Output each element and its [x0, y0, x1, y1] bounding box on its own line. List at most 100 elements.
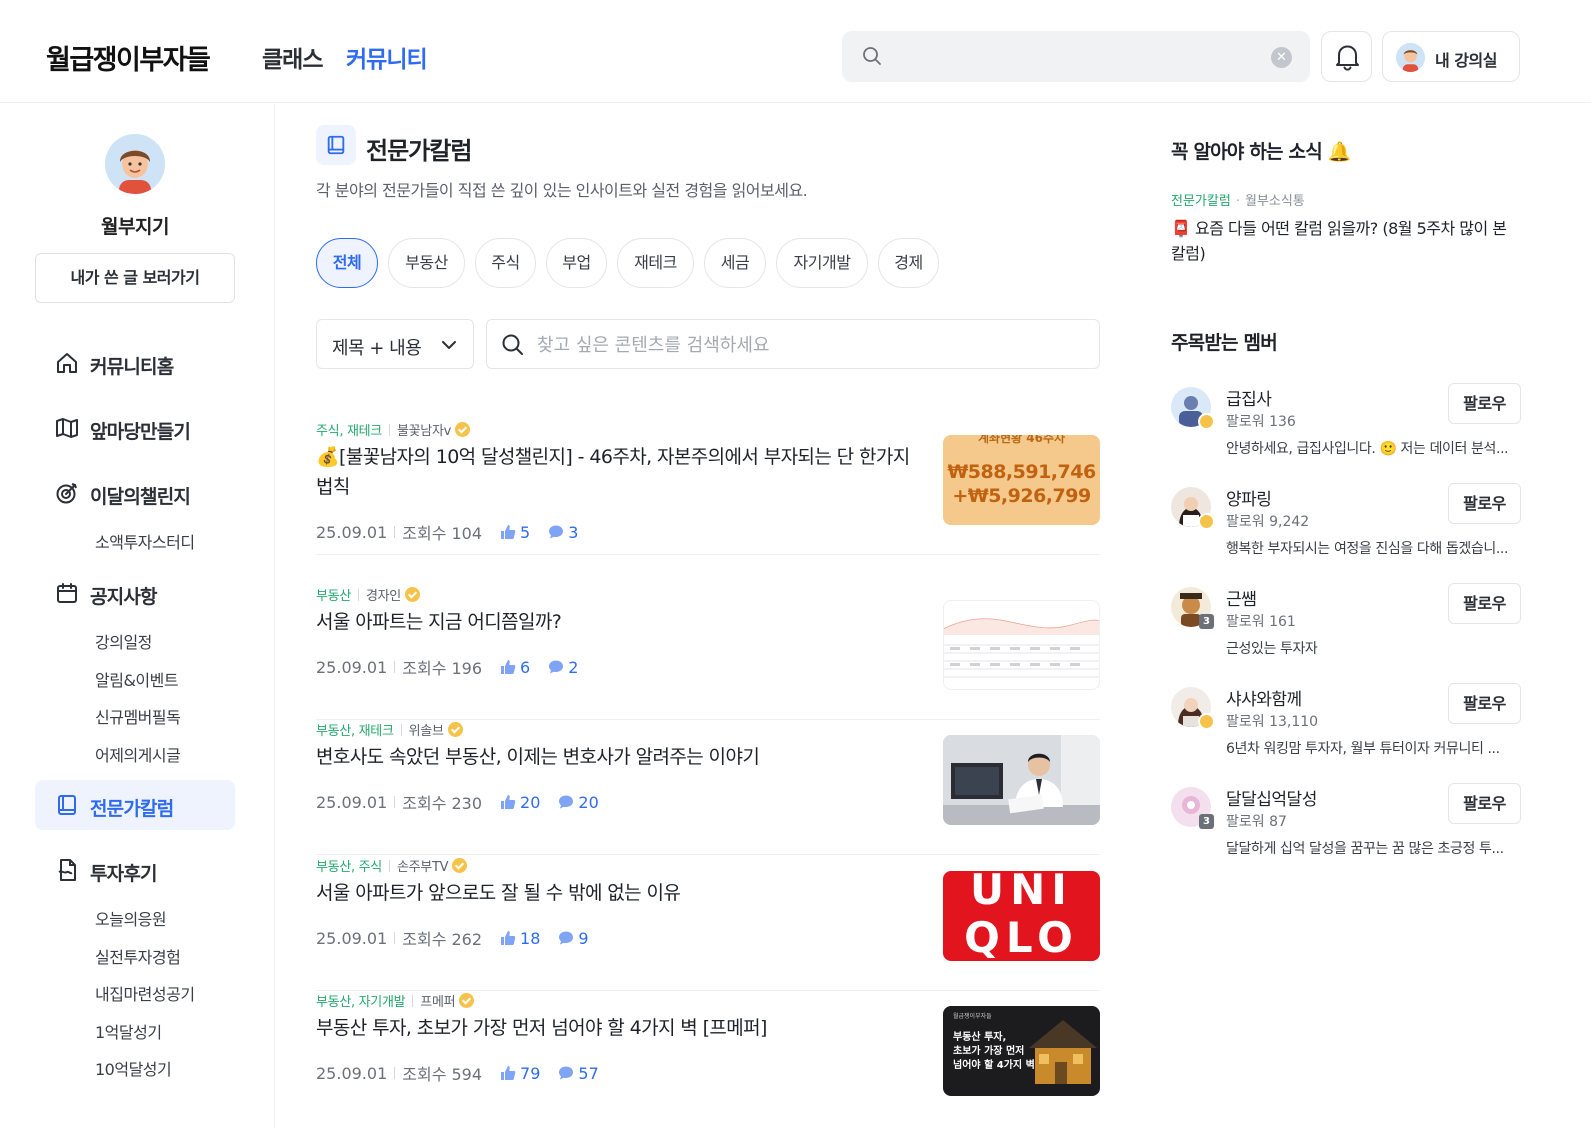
- member-name[interactable]: 근쌤: [1226, 585, 1257, 610]
- post-title[interactable]: 💰[불꽃남자의 10억 달성챌린지] - 46주차, 자본주의에서 부자되는 단…: [316, 442, 916, 502]
- line-chart-thumbnail: [944, 618, 1099, 678]
- sidebar-item-label: 앞마당만들기: [90, 421, 191, 443]
- chip-all[interactable]: 전체: [316, 238, 378, 288]
- post-author[interactable]: 손주부TV: [397, 856, 449, 875]
- post-item[interactable]: 부동산, 주식 손주부TV 서울 아파트가 앞으로도 잘 될 수 밖에 없는 이…: [316, 856, 1100, 991]
- follow-button[interactable]: 팔로우: [1448, 383, 1521, 424]
- member-item[interactable]: 3 근쌤 팔로워 161 근성있는 투자자 팔로우: [1171, 583, 1521, 677]
- follow-button[interactable]: 팔로우: [1448, 583, 1521, 624]
- calendar-icon: [57, 583, 77, 603]
- chip-tax[interactable]: 세금: [704, 238, 766, 288]
- member-item[interactable]: 급집사 팔로워 136 안녕하세요, 급집사입니다. 🙂 저는 데이터 분석..…: [1171, 383, 1521, 477]
- member-item[interactable]: 3 달달십억달성 팔로워 87 달달하게 십억 달성을 꿈꾸는 꿈 많은 초긍정…: [1171, 783, 1521, 877]
- verified-badge-icon: [1198, 513, 1215, 530]
- thumbs-up-icon: [501, 795, 516, 809]
- my-lectures-button[interactable]: 내 강의실: [1382, 31, 1520, 82]
- thumb-text: 부동산 투자,: [953, 1032, 1007, 1043]
- title-badge: [316, 125, 356, 165]
- follow-button[interactable]: 팔로우: [1448, 783, 1521, 824]
- sidebar-subitem[interactable]: 10억달성기: [95, 1056, 172, 1080]
- global-search-bar[interactable]: ✕: [842, 31, 1310, 82]
- my-posts-button[interactable]: 내가 쓴 글 보러가기: [35, 253, 235, 303]
- page-description: 각 분야의 전문가들이 직접 쓴 깊이 있는 인사이트와 실전 경험을 읽어보세…: [316, 181, 808, 200]
- member-item[interactable]: 샤샤와함께 팔로워 13,110 6년차 워킹맘 투자자, 월부 튜터이자 커뮤…: [1171, 683, 1521, 777]
- sidebar-item-community-home[interactable]: 커뮤니티홈: [35, 338, 235, 388]
- search-field-select-value: 제목 + 내용: [332, 338, 422, 359]
- notification-button[interactable]: [1321, 31, 1372, 82]
- clear-icon[interactable]: ✕: [1271, 47, 1292, 68]
- post-author[interactable]: 경자인: [366, 585, 401, 604]
- member-followers: 팔로워 13,110: [1226, 714, 1319, 730]
- post-item[interactable]: 주식, 재테크 불꽃남자v 💰[불꽃남자의 10억 달성챌린지] - 46주차,…: [316, 420, 1100, 555]
- document-icon: [58, 859, 76, 881]
- post-title[interactable]: 변호사도 속았던 부동산, 이제는 변호사가 알려주는 이야기: [316, 742, 916, 772]
- post-title[interactable]: 서울 아파트는 지금 어디쯤일까?: [316, 607, 916, 637]
- member-item[interactable]: 양파링 팔로워 9,242 행복한 부자되시는 여정을 진심을 다해 돕겠습니.…: [1171, 483, 1521, 577]
- search-field-select[interactable]: 제목 + 내용: [316, 319, 474, 369]
- post-categories: 부동산: [316, 589, 351, 604]
- content-search-box[interactable]: [486, 319, 1100, 369]
- post-thumbnail[interactable]: UNI QLO: [943, 871, 1100, 961]
- sidebar-subitem[interactable]: 소액투자스터디: [95, 529, 195, 553]
- sidebar-item-notice[interactable]: 공지사항: [35, 568, 235, 618]
- post-author[interactable]: 프메퍼: [420, 991, 455, 1010]
- chip-realestate[interactable]: 부동산: [388, 238, 465, 288]
- sidebar-subitem[interactable]: 신규멤버필독: [95, 704, 181, 728]
- post-thumbnail[interactable]: [943, 735, 1100, 825]
- sidebar-subitem[interactable]: 내집마련성공기: [95, 981, 195, 1005]
- member-name[interactable]: 달달십억달성: [1226, 785, 1317, 810]
- post-likes: 20: [500, 793, 540, 812]
- map-icon: [56, 418, 78, 438]
- post-item[interactable]: 부동산 경자인 서울 아파트는 지금 어디쯤일까? 25.09.01 조회수 1…: [316, 585, 1100, 720]
- post-stats: 25.09.01 조회수 104 5 3: [316, 520, 578, 544]
- chip-finance[interactable]: 재테크: [617, 238, 694, 288]
- verified-badge-icon: [455, 422, 471, 437]
- post-views: 조회수 262: [402, 930, 483, 949]
- member-name[interactable]: 급집사: [1226, 385, 1272, 410]
- sidebar-item-challenge[interactable]: 이달의챌린지: [35, 468, 235, 518]
- post-title[interactable]: 부동산 투자, 초보가 가장 먼저 넘어야 할 4가지 벽 [프메퍼]: [316, 1013, 916, 1043]
- sidebar-subitem[interactable]: 오늘의응원: [95, 906, 167, 930]
- post-title[interactable]: 서울 아파트가 앞으로도 잘 될 수 밖에 없는 이유: [316, 878, 916, 908]
- site-logo[interactable]: 월급쟁이부자들: [46, 38, 211, 77]
- sidebar-subitem[interactable]: 강의일정: [95, 629, 152, 653]
- member-bio: 행복한 부자되시는 여정을 진심을 다해 돕겠습니...: [1226, 541, 1509, 557]
- thumb-text: 초보가 가장 먼저: [953, 1046, 1025, 1057]
- target-icon: [56, 483, 77, 504]
- sidebar-item-label: 전문가칼럼: [90, 798, 174, 820]
- post-comments: 3: [548, 523, 578, 542]
- sidebar-subitem[interactable]: 알림&이벤트: [95, 667, 179, 691]
- sidebar-subitem[interactable]: 어제의게시글: [95, 742, 181, 766]
- post-author[interactable]: 위솔브: [409, 720, 444, 739]
- nav-class[interactable]: 클래스: [262, 40, 323, 74]
- featured-members-title: 주목받는 멤버: [1171, 332, 1278, 354]
- post-thumbnail[interactable]: [943, 600, 1100, 690]
- member-name[interactable]: 샤샤와함께: [1226, 685, 1302, 710]
- post-thumbnail[interactable]: 계좌현황 46주차 ₩588,591,746 +₩5,926,799: [943, 435, 1100, 525]
- chip-economy[interactable]: 경제: [878, 238, 939, 288]
- news-category: 전문가칼럼: [1171, 194, 1231, 209]
- follow-button[interactable]: 팔로우: [1448, 483, 1521, 524]
- news-headline[interactable]: 📮 요즘 다들 어떤 칼럼 읽을까? (8월 5주차 많이 본 칼럼): [1171, 216, 1521, 266]
- sidebar-subitem[interactable]: 1억달성기: [95, 1019, 162, 1043]
- avatar[interactable]: [105, 134, 165, 194]
- nav-community[interactable]: 커뮤니티: [346, 40, 428, 74]
- sidebar-subitem[interactable]: 실전투자경험: [95, 944, 181, 968]
- member-name[interactable]: 양파링: [1226, 485, 1272, 510]
- chip-sidejob[interactable]: 부업: [546, 238, 607, 288]
- post-item[interactable]: 부동산, 재테크 위솔브 변호사도 속았던 부동산, 이제는 변호사가 알려주는…: [316, 720, 1100, 855]
- post-thumbnail[interactable]: 월급쟁이부자들 부동산 투자, 초보가 가장 먼저 넘어야 할 4가지 벽: [943, 1006, 1100, 1096]
- chip-selfdev[interactable]: 자기개발: [776, 238, 868, 288]
- sidebar-item-frontyard[interactable]: 앞마당만들기: [35, 403, 235, 453]
- follow-button[interactable]: 팔로우: [1448, 683, 1521, 724]
- sidebar-item-reviews[interactable]: 투자후기: [35, 845, 235, 895]
- chip-stock[interactable]: 주식: [475, 238, 536, 288]
- bell-icon: [1336, 45, 1359, 71]
- content-search-input[interactable]: [537, 330, 1077, 360]
- post-item[interactable]: 부동산, 자기개발 프메퍼 부동산 투자, 초보가 가장 먼저 넘어야 할 4가…: [316, 991, 1100, 1126]
- comment-icon: [559, 795, 574, 809]
- sidebar-item-expert-column[interactable]: 전문가칼럼: [35, 780, 235, 830]
- right-panel: 꼭 알아야 하는 소식 🔔 전문가칼럼 · 월부소식통 📮 요즘 다들 어떤 칼럼 …: [1131, 104, 1591, 1128]
- post-author[interactable]: 불꽃남자v: [397, 420, 451, 439]
- verified-badge-icon: [447, 722, 463, 737]
